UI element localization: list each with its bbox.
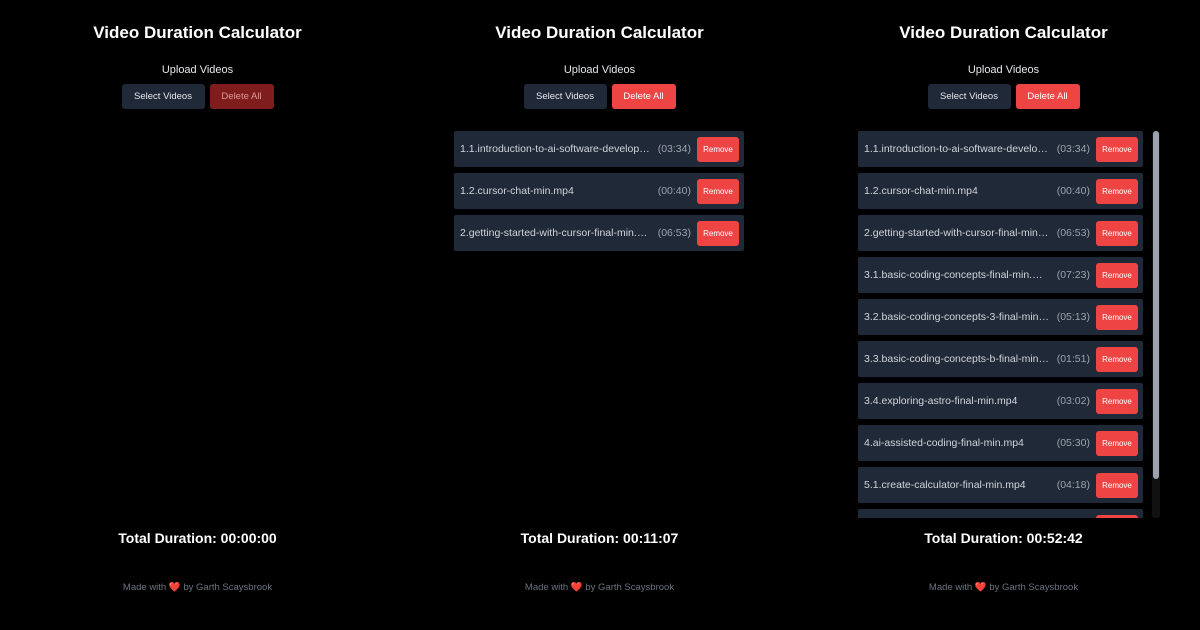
video-duration: (01:51) <box>1056 353 1090 365</box>
remove-video-button[interactable]: Remove <box>697 220 739 246</box>
video-list-item: 3.4.exploring-astro-final-min.mp4 (03:02)… <box>858 383 1143 419</box>
video-duration: (06:53) <box>1056 227 1090 239</box>
upload-label: Upload Videos <box>967 64 1040 76</box>
video-list-item: 2.getting-started-with-cursor-final-min.… <box>858 215 1143 251</box>
footer: Made with ❤️ by Garth Scaysbrook <box>402 582 797 593</box>
upload-label: Upload Videos <box>161 64 234 76</box>
remove-video-button[interactable]: Remove <box>697 178 739 204</box>
remove-video-button[interactable]: Remove <box>1096 472 1138 498</box>
video-filename: 1.2.cursor-chat-min.mp4 <box>460 185 574 197</box>
video-duration: (05:30) <box>1056 437 1090 449</box>
total-duration: Total Duration: 00:00:00 <box>118 530 277 546</box>
page-title: Video Duration Calculator <box>495 23 704 42</box>
action-buttons: Select Videos Delete All <box>806 84 1200 109</box>
video-filename: 2.getting-started-with-cursor-final-min.… <box>460 227 652 239</box>
video-list: 1.1.introduction-to-ai-software-developm… <box>454 131 744 251</box>
remove-video-button[interactable]: Remove <box>1096 430 1138 456</box>
video-list-item <box>858 509 1143 518</box>
delete-all-button[interactable]: Delete All <box>1015 84 1080 109</box>
video-filename: 4.ai-assisted-coding-final-min.mp4 <box>864 437 1024 449</box>
action-buttons: Select Videos Delete All <box>402 84 797 109</box>
page-title: Video Duration Calculator <box>899 23 1108 42</box>
footer: Made with ❤️ by Garth Scaysbrook <box>806 582 1200 593</box>
remove-video-button[interactable]: Remove <box>1096 346 1138 372</box>
video-filename: 3.1.basic-coding-concepts-final-min.mp4 <box>864 269 1051 281</box>
footer-made-with: Made with <box>524 582 569 593</box>
calculator-panel-many-videos: Video Duration Calculator Upload Videos … <box>806 0 1200 630</box>
video-list-item: 1.2.cursor-chat-min.mp4 (00:40) Remove <box>858 173 1143 209</box>
total-duration: Total Duration: 00:11:07 <box>520 530 679 546</box>
heart-icon: ❤️ <box>168 582 181 593</box>
video-list-scrollbar[interactable] <box>1152 131 1160 518</box>
video-filename: 2.getting-started-with-cursor-final-min.… <box>864 227 1051 239</box>
video-duration: (05:13) <box>1056 311 1090 323</box>
video-duration: (04:18) <box>1056 479 1090 491</box>
video-duration: (06:53) <box>657 227 691 239</box>
scrollbar-thumb[interactable] <box>1153 131 1159 479</box>
video-list-item: 1.2.cursor-chat-min.mp4 (00:40) Remove <box>454 173 744 209</box>
video-filename: 1.2.cursor-chat-min.mp4 <box>864 185 978 197</box>
video-list-item: 3.3.basic-coding-concepts-b-final-min.mp… <box>858 341 1143 377</box>
footer-author: by Garth Scaysbrook <box>183 582 273 593</box>
video-list[interactable]: 1.1.introduction-to-ai-software-developm… <box>858 131 1143 518</box>
delete-all-button[interactable]: Delete All <box>611 84 676 109</box>
page-title: Video Duration Calculator <box>93 23 302 42</box>
video-filename: 3.4.exploring-astro-final-min.mp4 <box>864 395 1018 407</box>
video-duration: (03:34) <box>657 143 691 155</box>
upload-label: Upload Videos <box>563 64 636 76</box>
select-videos-button[interactable]: Select Videos <box>523 84 607 109</box>
remove-video-button[interactable]: Remove <box>1096 304 1138 330</box>
select-videos-button[interactable]: Select Videos <box>121 84 205 109</box>
footer-author: by Garth Scaysbrook <box>585 582 675 593</box>
video-list-item: 2.getting-started-with-cursor-final-min.… <box>454 215 744 251</box>
video-list-item: 3.1.basic-coding-concepts-final-min.mp4 (… <box>858 257 1143 293</box>
video-duration: (00:40) <box>1056 185 1090 197</box>
remove-video-button[interactable]: Remove <box>1096 178 1138 204</box>
video-list-item: 1.1.introduction-to-ai-software-developm… <box>454 131 744 167</box>
video-filename: 3.3.basic-coding-concepts-b-final-min.mp… <box>864 353 1051 365</box>
footer-made-with: Made with <box>122 582 167 593</box>
remove-video-button[interactable]: Remove <box>1096 262 1138 288</box>
video-filename: 3.2.basic-coding-concepts-3-final-min.mp… <box>864 311 1051 323</box>
footer-author: by Garth Scaysbrook <box>989 582 1079 593</box>
total-duration: Total Duration: 00:52:42 <box>924 530 1083 546</box>
calculator-panel-three-videos: Video Duration Calculator Upload Videos … <box>402 0 797 630</box>
action-buttons: Select Videos Delete All <box>0 84 395 109</box>
calculator-panel-empty: Video Duration Calculator Upload Videos … <box>0 0 395 630</box>
video-filename: 1.1.introduction-to-ai-software-developm… <box>460 143 652 155</box>
video-duration: (07:23) <box>1056 269 1090 281</box>
video-list-item: 3.2.basic-coding-concepts-3-final-min.mp… <box>858 299 1143 335</box>
heart-icon: ❤️ <box>974 582 987 593</box>
delete-all-button[interactable]: Delete All <box>209 84 274 109</box>
video-list-item: 1.1.introduction-to-ai-software-developm… <box>858 131 1143 167</box>
remove-video-button[interactable]: Remove <box>1096 136 1138 162</box>
remove-video-button[interactable] <box>1096 514 1138 518</box>
video-duration: (03:34) <box>1056 143 1090 155</box>
remove-video-button[interactable]: Remove <box>697 136 739 162</box>
video-duration: (03:02) <box>1056 395 1090 407</box>
video-filename: 5.1.create-calculator-final-min.mp4 <box>864 479 1026 491</box>
video-filename: 1.1.introduction-to-ai-software-developm… <box>864 143 1051 155</box>
heart-icon: ❤️ <box>570 582 583 593</box>
video-duration: (00:40) <box>657 185 691 197</box>
select-videos-button[interactable]: Select Videos <box>927 84 1011 109</box>
remove-video-button[interactable]: Remove <box>1096 388 1138 414</box>
video-list-item: 4.ai-assisted-coding-final-min.mp4 (05:30… <box>858 425 1143 461</box>
footer: Made with ❤️ by Garth Scaysbrook <box>0 582 395 593</box>
footer-made-with: Made with <box>928 582 973 593</box>
video-list-item: 5.1.create-calculator-final-min.mp4 (04:1… <box>858 467 1143 503</box>
remove-video-button[interactable]: Remove <box>1096 220 1138 246</box>
